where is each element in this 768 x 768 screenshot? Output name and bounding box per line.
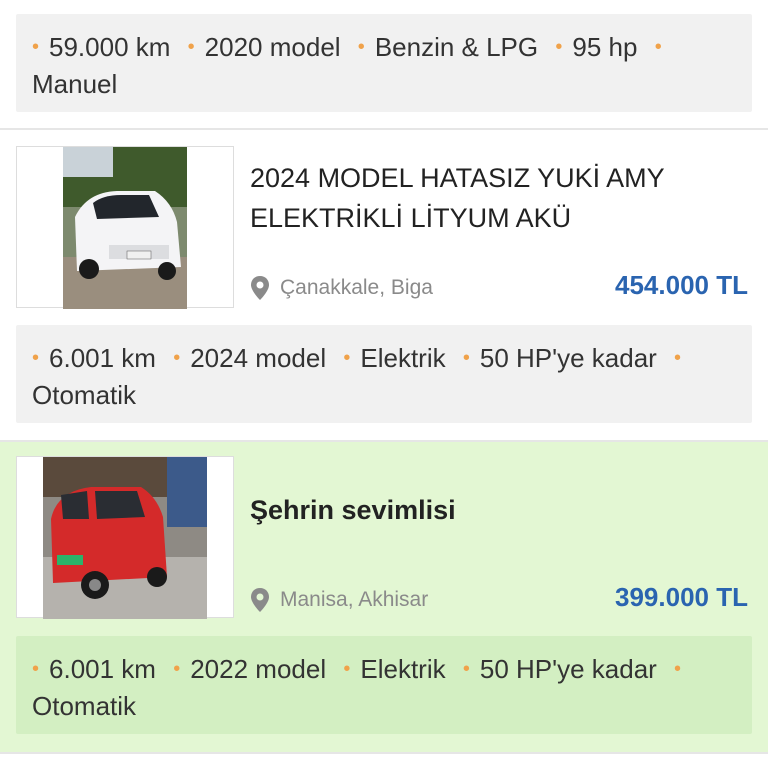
spec-transmission: Otomatik: [32, 691, 137, 721]
map-pin-icon: [251, 588, 269, 612]
spec-transmission: Manuel: [32, 69, 118, 99]
bullet-icon: •: [555, 36, 563, 58]
bullet-icon: •: [343, 658, 351, 680]
spec-mileage: 59.000 km: [49, 32, 171, 62]
listing-price: 399.000 TL: [615, 582, 748, 612]
spec-power: 50 HP'ye kadar: [479, 654, 657, 684]
bullet-icon: •: [32, 658, 40, 680]
bullet-icon: •: [462, 347, 470, 369]
listing-top-specs: • 59.000 km • 2020 model • Benzin & LPG • 95…: [16, 14, 752, 112]
spec-mileage: 6.001 km: [49, 654, 156, 684]
car-photo-white: [63, 147, 187, 309]
bullet-icon: •: [357, 36, 365, 58]
listing-thumbnail[interactable]: [16, 456, 234, 619]
bullet-icon: •: [674, 347, 682, 369]
listing-title-line: ELEKTRİKLİ LİTYUM AKÜ: [250, 203, 572, 233]
listing-title-line: 2024 MODEL HATASIZ YUKİ AMY: [250, 163, 665, 193]
bullet-icon: •: [674, 658, 682, 680]
location-text: Çanakkale, Biga: [280, 276, 433, 299]
spec-fuel: Elektrik: [360, 343, 446, 373]
spec-fuel: Elektrik: [360, 654, 446, 684]
bullet-icon: •: [32, 347, 40, 369]
car-photo-red: [43, 457, 207, 619]
listing-thumbnail[interactable]: [16, 146, 234, 309]
listing-card[interactable]: 2024 MODEL HATASIZ YUKİ AMY ELEKTRİKLİ L…: [0, 130, 768, 440]
listing-title[interactable]: 2024 MODEL HATASIZ YUKİ AMY ELEKTRİKLİ L…: [250, 158, 750, 238]
map-pin-icon: [251, 276, 269, 300]
spec-model-year: 2024 model: [190, 343, 327, 373]
bullet-icon: •: [173, 347, 181, 369]
bullet-icon: •: [654, 36, 662, 58]
bullet-icon: •: [462, 658, 470, 680]
spec-model-year: 2022 model: [190, 654, 327, 684]
bullet-icon: •: [187, 36, 195, 58]
bullet-icon: •: [343, 347, 351, 369]
spec-model-year: 2020 model: [204, 32, 341, 62]
listing-card-highlighted[interactable]: Şehrin sevimlisi Manisa, Akhisar 399.000…: [0, 442, 768, 752]
listing-price: 454.000 TL: [615, 270, 748, 300]
spec-power: 50 HP'ye kadar: [479, 343, 657, 373]
spec-mileage: 6.001 km: [49, 343, 156, 373]
listing-location: Çanakkale, Biga: [250, 276, 433, 300]
bullet-icon: •: [32, 36, 40, 58]
spec-fuel: Benzin & LPG: [374, 32, 539, 62]
listing-specs: • 6.001 km • 2022 model • Elektrik • 50 HP'y…: [16, 636, 752, 734]
listing-title[interactable]: Şehrin sevimlisi: [250, 490, 750, 530]
bullet-icon: •: [173, 658, 181, 680]
spec-transmission: Otomatik: [32, 380, 137, 410]
listing-specs: • 6.001 km • 2024 model • Elektrik • 50 HP'y…: [16, 325, 752, 423]
listing-location: Manisa, Akhisar: [250, 588, 428, 612]
location-text: Manisa, Akhisar: [280, 588, 429, 611]
divider: [0, 752, 768, 754]
spec-power: 95 hp: [572, 32, 638, 62]
